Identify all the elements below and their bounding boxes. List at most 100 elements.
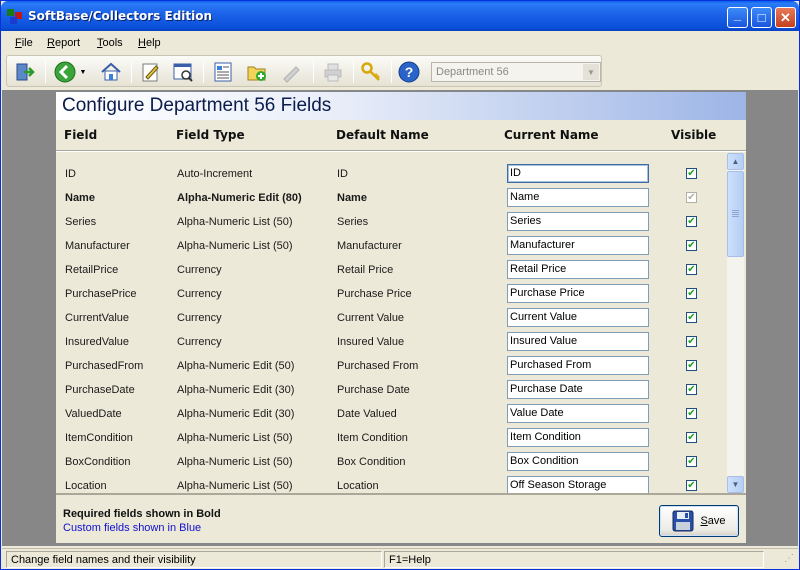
chevron-down-icon[interactable]: ▼ (583, 64, 599, 80)
minimize-button[interactable]: _ (727, 7, 748, 28)
current-name-input[interactable]: Purchase Date (507, 380, 649, 399)
table-row: CurrentValue Currency Current Value Current… (56, 307, 726, 331)
home-button[interactable] (99, 60, 123, 84)
field-type-cell: Auto-Increment (177, 168, 253, 180)
field-type-cell: Alpha-Numeric Edit (50) (177, 360, 295, 372)
status-help: F1=Help (384, 551, 764, 568)
default-name-cell: Series (337, 216, 369, 228)
default-name-cell: ID (337, 168, 348, 180)
new-folder-icon (247, 66, 266, 81)
scrollbar-thumb[interactable] (727, 171, 744, 257)
menu-tools[interactable]: Tools (97, 37, 123, 49)
close-button[interactable]: ✕ (775, 7, 796, 28)
current-name-input[interactable]: Purchase Price (507, 284, 649, 303)
help-button[interactable]: ? (397, 60, 421, 84)
current-name-input[interactable]: Series (507, 212, 649, 231)
default-name-cell: Location (337, 480, 379, 492)
visible-checkbox[interactable]: ✔ (686, 216, 697, 227)
menu-file[interactable]: File (15, 37, 33, 49)
current-name-input[interactable]: Insured Value (507, 332, 649, 351)
toolbar: ▼ ? Department 56 ▼ (6, 55, 602, 87)
current-name-input[interactable]: Item Condition (507, 428, 649, 447)
default-name-cell: Manufacturer (337, 240, 402, 252)
tag-icon (283, 66, 300, 83)
visible-checkbox[interactable]: ✔ (686, 168, 697, 179)
visible-checkbox[interactable]: ✔ (686, 432, 697, 443)
visible-checkbox[interactable]: ✔ (686, 264, 697, 275)
current-name-input[interactable]: Retail Price (507, 260, 649, 279)
field-type-cell: Alpha-Numeric Edit (30) (177, 384, 295, 396)
app-window: SoftBase/Collectors Edition _ □ ✕ File R… (0, 0, 800, 570)
table-row: BoxCondition Alpha-Numeric List (50) Box C… (56, 451, 726, 475)
current-name-input[interactable]: Current Value (507, 308, 649, 327)
edit-icon (142, 63, 159, 82)
edit-button[interactable] (139, 60, 163, 84)
maximize-button[interactable]: □ (751, 7, 772, 28)
field-type-cell: Alpha-Numeric List (50) (177, 240, 293, 252)
field-cell: BoxCondition (65, 456, 131, 468)
find-button[interactable] (171, 60, 195, 84)
field-type-cell: Currency (177, 264, 222, 276)
visible-checkbox[interactable]: ✔ (686, 408, 697, 419)
field-cell: Series (65, 216, 97, 228)
visible-checkbox[interactable]: ✔ (686, 480, 697, 491)
visible-checkbox[interactable]: ✔ (686, 456, 697, 467)
minimize-icon: _ (733, 7, 742, 22)
current-name-input[interactable]: Box Condition (507, 452, 649, 471)
visible-checkbox[interactable]: ✔ (686, 312, 697, 323)
department-select-value: Department 56 (436, 66, 509, 78)
default-name-cell: Current Value (337, 312, 405, 324)
table-row: PurchasedFrom Alpha-Numeric Edit (50) Purc… (56, 355, 726, 379)
field-list: ID Auto-Increment ID ID ✔ Name Alpha-Numeric E… (56, 153, 746, 493)
new-folder-button[interactable] (245, 60, 269, 84)
default-name-cell: Name (337, 192, 367, 204)
table-row: Series Alpha-Numeric List (50) Series Serie… (56, 211, 726, 235)
visible-checkbox[interactable]: ✔ (686, 288, 697, 299)
current-name-input[interactable]: Name (507, 188, 649, 207)
current-name-input[interactable]: Purchased From (507, 356, 649, 375)
menu-report[interactable]: Report (47, 37, 80, 49)
table-row: RetailPrice Currency Retail Price Retail Pr… (56, 259, 726, 283)
table-row: ValuedDate Alpha-Numeric Edit (30) Date Va… (56, 403, 726, 427)
table-row: Name Alpha-Numeric Edit (80) Name Name ✔ (56, 187, 726, 211)
floppy-disk-icon (672, 510, 694, 532)
save-button[interactable]: Save (659, 505, 739, 537)
field-cell: InsuredValue (65, 336, 130, 348)
scroll-up-button[interactable]: ▲ (727, 153, 744, 170)
resize-grip-icon[interactable]: ⋰ (784, 553, 796, 565)
table-row: InsuredValue Currency Insured Value Insured… (56, 331, 726, 355)
keys-button[interactable] (359, 60, 383, 84)
visible-checkbox[interactable]: ✔ (686, 360, 697, 371)
visible-checkbox[interactable]: ✔ (686, 240, 697, 251)
field-type-cell: Alpha-Numeric Edit (30) (177, 408, 295, 420)
field-cell: RetailPrice (65, 264, 119, 276)
visible-checkbox[interactable]: ✔ (686, 384, 697, 395)
menu-help[interactable]: Help (138, 37, 161, 49)
field-cell: Location (65, 480, 107, 492)
table-row: ID Auto-Increment ID ID ✔ (56, 163, 726, 187)
current-name-input[interactable]: ID (507, 164, 649, 183)
chevron-down-icon: ▼ (731, 480, 740, 489)
department-select[interactable]: Department 56 ▼ (431, 62, 601, 82)
field-cell: PurchasePrice (65, 288, 137, 300)
field-type-cell: Alpha-Numeric List (50) (177, 216, 293, 228)
back-button[interactable] (53, 60, 77, 84)
help-icon: ? (398, 61, 420, 83)
field-cell: Manufacturer (65, 240, 130, 252)
default-name-cell: Purchase Date (337, 384, 410, 396)
status-bar: Change field names and their visibility … (2, 548, 798, 569)
title-bar[interactable]: SoftBase/Collectors Edition _ □ ✕ (1, 1, 799, 31)
current-name-input[interactable]: Value Date (507, 404, 649, 423)
report-button[interactable] (211, 60, 235, 84)
back-dropdown-button[interactable]: ▼ (77, 60, 89, 84)
current-name-input[interactable]: Manufacturer (507, 236, 649, 255)
vertical-scrollbar[interactable]: ▲ ▼ (727, 153, 744, 493)
table-row: PurchasePrice Currency Purchase Price Purch… (56, 283, 726, 307)
scroll-down-button[interactable]: ▼ (727, 476, 744, 493)
exit-button[interactable] (13, 60, 37, 84)
visible-checkbox[interactable]: ✔ (686, 336, 697, 347)
column-header-current: Current Name (504, 128, 599, 142)
menu-bar: File Report Tools Help (2, 31, 798, 53)
default-name-cell: Insured Value (337, 336, 405, 348)
current-name-input[interactable]: Off Season Storage (507, 476, 649, 493)
